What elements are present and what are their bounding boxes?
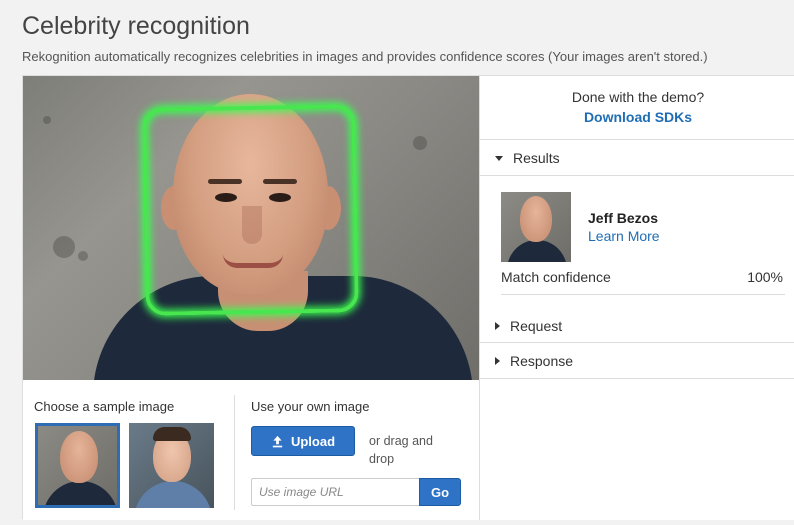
image-url-input[interactable] [251,478,419,506]
page-title: Celebrity recognition [22,12,250,40]
caret-right-icon [495,357,500,365]
results-label: Results [513,150,560,166]
response-toggle[interactable]: Response [495,353,573,369]
results-toggle[interactable]: Results [495,150,560,166]
page-subtitle: Rekognition automatically recognizes cel… [22,49,708,64]
learn-more-link[interactable]: Learn More [588,228,660,244]
own-image-label: Use your own image [251,399,370,414]
divider [501,294,785,295]
upload-label: Upload [290,433,336,449]
request-label: Request [510,318,563,334]
match-confidence-value: 100% [747,269,783,285]
sample-image-2[interactable] [129,423,214,508]
celebrity-thumbnail [501,192,571,262]
download-sdks-link[interactable]: Download SDKs [480,109,794,125]
demo-panel: Choose a sample image Use your own image… [22,75,794,520]
drag-drop-hint: or drag and drop [369,434,433,466]
analyzed-image [23,76,479,380]
request-toggle[interactable]: Request [495,318,562,334]
upload-button[interactable]: Upload [251,426,355,456]
caret-down-icon [495,155,503,161]
divider [480,378,794,379]
results-pane: Done with the demo? Download SDKs Result… [479,76,794,520]
upload-icon [272,435,283,447]
divider [480,139,794,140]
divider [480,342,794,343]
go-button[interactable]: Go [419,478,461,506]
sample-image-label: Choose a sample image [34,399,175,414]
demo-done-text: Done with the demo? [571,89,705,105]
image-chooser: Choose a sample image Use your own image… [23,380,479,520]
celebrity-name: Jeff Bezos [588,210,659,226]
sample-image-1[interactable] [35,423,120,508]
match-confidence-label: Match confidence [501,269,611,285]
caret-right-icon [495,322,500,330]
divider [480,175,794,176]
response-label: Response [510,353,574,369]
face-bounding-box [142,104,359,316]
chooser-divider [234,395,235,510]
